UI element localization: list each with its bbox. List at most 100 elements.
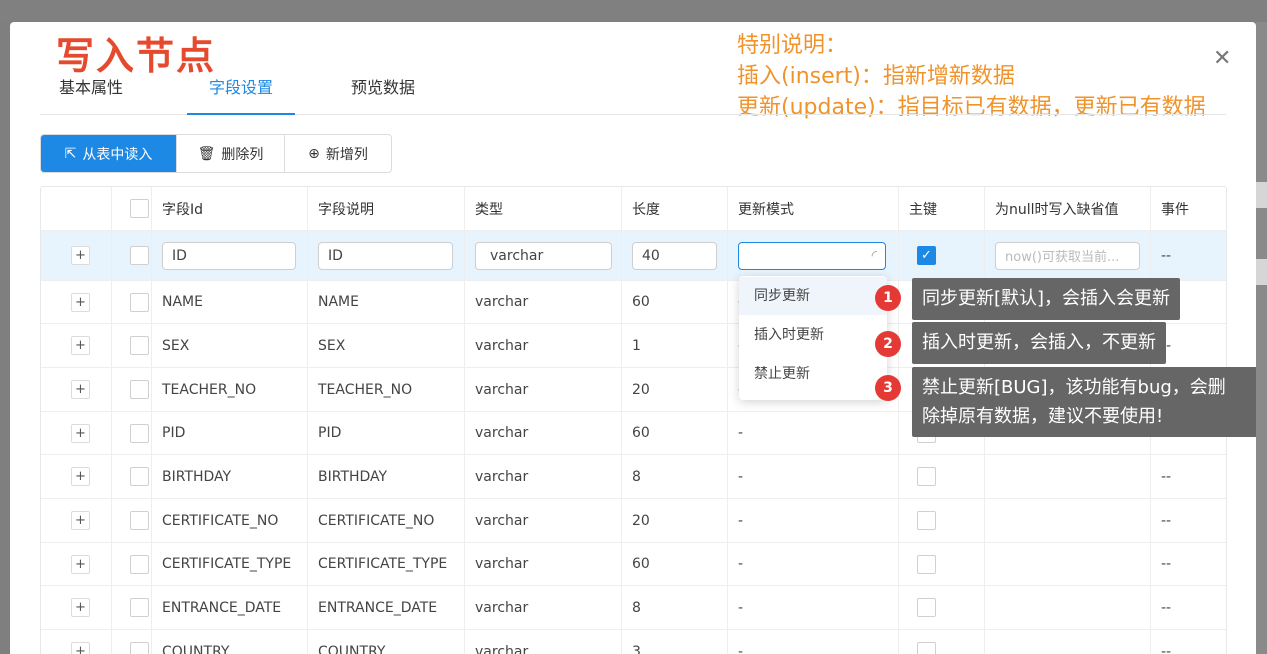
- tab-preview-data[interactable]: 预览数据: [351, 75, 415, 115]
- add-column-label: 新增列: [325, 146, 368, 163]
- option-no-update[interactable]: 禁止更新: [739, 355, 887, 393]
- write-node-dialog: 写入节点 特别说明： 插入(insert)：指新增新数据 更新(update)：…: [10, 22, 1256, 654]
- update-mode-cell: -: [728, 543, 899, 585]
- length-input[interactable]: 40: [632, 241, 717, 270]
- expand-cell: +: [41, 586, 112, 629]
- event-cell: --: [1161, 556, 1172, 572]
- primary-key-checkbox[interactable]: [917, 598, 936, 617]
- row-select-checkbox[interactable]: [130, 292, 149, 312]
- field-id-cell: BIRTHDAY: [152, 455, 308, 498]
- primary-key-checkbox[interactable]: [917, 554, 936, 574]
- row-select-cell: [112, 499, 152, 542]
- expand-row-button[interactable]: +: [71, 554, 90, 574]
- table-row: + BIRTHDAY BIRTHDAY varchar 8- --: [41, 455, 1226, 499]
- update-mode-cell: -: [728, 499, 899, 542]
- field-id-cell: ENTRANCE_DATE: [152, 586, 308, 629]
- length-cell: 60: [622, 412, 728, 454]
- background-page-edge: [1256, 22, 1267, 654]
- event-cell: --: [1161, 468, 1172, 485]
- row-select-checkbox[interactable]: [130, 511, 149, 530]
- type-input[interactable]: varchar: [475, 241, 612, 270]
- type-cell: varchar: [465, 412, 622, 454]
- field-desc-cell: CERTIFICATE_NO: [308, 499, 465, 542]
- event-cell: --: [1161, 599, 1172, 616]
- row-select-checkbox[interactable]: [130, 246, 149, 265]
- read-from-table-button[interactable]: ⇱ 从表中读入: [41, 135, 177, 172]
- row-select-checkbox[interactable]: [130, 598, 149, 617]
- callout-badge: 2: [875, 331, 901, 357]
- callout-tip-line: 禁止更新[BUG]，该功能有bug，会删: [922, 377, 1226, 398]
- field-id-input[interactable]: ID: [162, 241, 296, 270]
- expand-row-button[interactable]: +: [71, 511, 90, 530]
- field-id-cell: TEACHER_NO: [152, 368, 308, 411]
- delete-column-label: 删除列: [221, 146, 264, 163]
- default-value-input[interactable]: now()可获取当前...: [995, 241, 1140, 270]
- update-mode-cell: -: [728, 630, 899, 654]
- expand-row-button[interactable]: +: [71, 423, 90, 443]
- expand-cell: +: [41, 543, 112, 585]
- default-value-cell: [985, 586, 1151, 629]
- primary-key-checkbox[interactable]: ✓: [917, 246, 936, 265]
- primary-key-checkbox[interactable]: [917, 467, 936, 486]
- expand-row-button[interactable]: +: [71, 336, 90, 355]
- primary-key-cell: [899, 630, 985, 654]
- type-cell: varchar: [465, 499, 622, 542]
- expand-row-button[interactable]: +: [71, 467, 90, 486]
- length-cell: 60: [622, 543, 728, 585]
- update-mode-cell: -: [728, 455, 899, 498]
- type-cell: varchar: [465, 543, 622, 585]
- table-row: + CERTIFICATE_TYPE CERTIFICATE_TYPE varchar…: [41, 543, 1226, 586]
- length-cell: 40: [622, 231, 728, 280]
- plus-circle-icon: ⊕: [308, 145, 320, 162]
- row-select-cell: [112, 586, 152, 629]
- column-header: 更新模式: [728, 187, 899, 230]
- row-select-cell: [112, 231, 152, 280]
- select-all-checkbox[interactable]: [130, 199, 149, 218]
- row-select-checkbox[interactable]: [130, 554, 149, 574]
- expand-cell: +: [41, 281, 112, 323]
- field-desc-cell: PID: [308, 412, 465, 454]
- primary-key-checkbox[interactable]: [917, 511, 936, 530]
- table-row: + COUNTRY COUNTRY varchar 3- --: [41, 630, 1226, 654]
- update-mode-dropdown: 同步更新 插入时更新 禁止更新: [739, 276, 887, 400]
- field-id-cell: CERTIFICATE_TYPE: [152, 543, 308, 585]
- expand-row-button[interactable]: +: [71, 598, 90, 617]
- field-desc-cell: ID: [308, 231, 465, 280]
- row-select-cell: [112, 412, 152, 454]
- option-sync-update[interactable]: 同步更新: [739, 277, 887, 315]
- delete-column-button[interactable]: 🗑 删除列: [177, 135, 285, 172]
- tab-field-settings[interactable]: 字段设置: [187, 75, 295, 115]
- row-select-checkbox[interactable]: [130, 336, 149, 355]
- expand-cell: +: [41, 455, 112, 498]
- primary-key-checkbox[interactable]: [917, 642, 936, 654]
- field-desc-cell: NAME: [308, 281, 465, 323]
- row-select-checkbox[interactable]: [130, 467, 149, 486]
- field-desc-cell: BIRTHDAY: [308, 455, 465, 498]
- expand-row-button[interactable]: +: [71, 642, 90, 654]
- tab-bar: 基本属性 字段设置 预览数据: [40, 72, 1226, 115]
- expand-row-button[interactable]: +: [71, 292, 90, 312]
- row-select-checkbox[interactable]: [130, 642, 149, 654]
- expand-cell: +: [41, 231, 112, 280]
- update-mode-cell: -: [728, 412, 899, 454]
- row-select-cell: [112, 281, 152, 323]
- expand-row-button[interactable]: +: [71, 380, 90, 399]
- option-update-on-insert[interactable]: 插入时更新: [739, 316, 887, 354]
- table-row: + CERTIFICATE_NO CERTIFICATE_NO varchar 20- -…: [41, 499, 1226, 543]
- expand-row-button[interactable]: +: [71, 246, 90, 265]
- close-icon[interactable]: ✕: [1213, 46, 1231, 71]
- row-select-checkbox[interactable]: [130, 380, 149, 399]
- tab-basic-properties[interactable]: 基本属性: [59, 75, 123, 115]
- expand-cell: +: [41, 499, 112, 542]
- type-cell: varchar: [465, 455, 622, 498]
- row-select-cell: [112, 630, 152, 654]
- update-mode-select[interactable]: ◜: [738, 241, 886, 270]
- field-id-cell: ID: [152, 231, 308, 280]
- add-column-button[interactable]: ⊕ 新增列: [285, 135, 391, 172]
- length-cell: 60: [622, 281, 728, 323]
- length-cell: 8: [622, 586, 728, 629]
- callout-badge: 3: [875, 375, 901, 401]
- import-icon: ⇱: [64, 145, 77, 162]
- row-select-checkbox[interactable]: [130, 423, 149, 443]
- field-desc-input[interactable]: ID: [318, 241, 453, 270]
